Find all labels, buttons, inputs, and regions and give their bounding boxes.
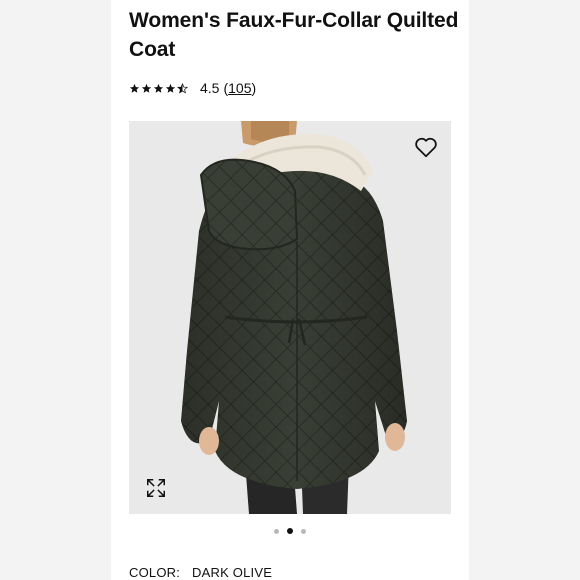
color-selection: COLOR: DARK OLIVE [129, 565, 272, 580]
product-rating: 4.5 (105) [129, 78, 256, 98]
carousel-dot-3[interactable] [301, 528, 306, 534]
carousel-dot-1[interactable] [274, 528, 279, 534]
product-image[interactable] [129, 121, 451, 514]
review-count-link[interactable]: 105 [228, 80, 251, 96]
star-icon [141, 83, 152, 93]
carousel-dot-2[interactable] [287, 528, 293, 534]
product-title: Women's Faux-Fur-Collar Quilted Coat [129, 9, 459, 61]
color-value: DARK OLIVE [192, 565, 273, 580]
star-icon [165, 83, 176, 93]
rating-stars [129, 82, 188, 94]
carousel-dots [111, 528, 469, 534]
color-label: COLOR: [129, 565, 181, 580]
star-icon [153, 83, 164, 93]
rating-close-paren: ) [251, 80, 257, 96]
rating-value: 4.5 [200, 80, 220, 96]
star-half-icon [177, 82, 188, 93]
coat-photo [129, 121, 451, 514]
expand-icon[interactable] [145, 477, 167, 499]
product-card: Women's Faux-Fur-Collar Quilted Coat 4.5… [111, 0, 469, 580]
heart-icon[interactable] [413, 134, 439, 160]
star-icon [129, 83, 140, 93]
